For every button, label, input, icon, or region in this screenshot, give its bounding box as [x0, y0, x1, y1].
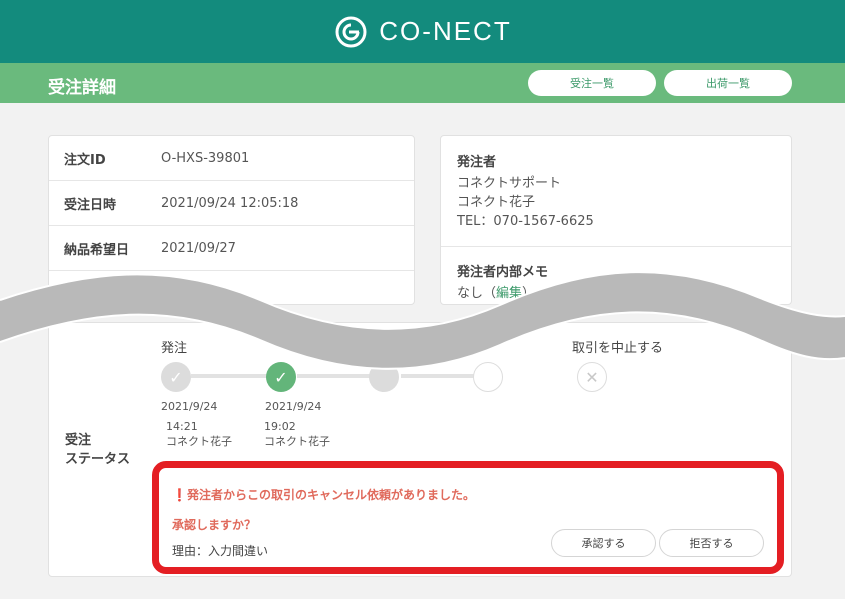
page-title: 受注詳細	[48, 78, 116, 98]
step-time: 14:21	[166, 420, 198, 433]
app-header: CO-NECT	[0, 0, 845, 63]
order-id-label: 注文ID	[64, 152, 106, 168]
cancel-reason: 理由：入力間違い	[172, 544, 269, 558]
orderer-card: 発注者 コネクトサポート コネクト花子 TEL：070-1567-6625 発注…	[440, 135, 792, 305]
step-date: 2021/9/24	[161, 400, 218, 413]
status-label-line1: 受注	[65, 433, 92, 448]
step-name-ordered: 発注	[161, 341, 188, 356]
step-done-check-icon: ✓	[161, 362, 191, 392]
divider	[441, 246, 791, 247]
status-label: 受注 ステータス	[65, 431, 130, 469]
delivery-date-label: 納品希望日	[64, 242, 130, 258]
memo-title: 発注者内部メモ	[457, 265, 549, 280]
delivery-date-value: 2021/09/27	[161, 240, 236, 256]
step-time: 19:02	[264, 420, 296, 433]
step-by: コネクト花子	[264, 435, 330, 448]
app-logo: CO-NECT	[333, 14, 511, 50]
orderer-person: コネクト花子	[457, 195, 536, 210]
orderer-title: 発注者	[457, 155, 497, 170]
order-info-card: 注文ID O-HXS-39801 受注日時 2021/09/24 12:05:1…	[48, 135, 415, 305]
logo-icon	[335, 16, 367, 47]
page-header: 受注詳細 受注一覧 出荷一覧	[0, 63, 845, 103]
order-id-row: 注文ID O-HXS-39801	[49, 136, 414, 181]
status-label-line2: ステータス	[65, 452, 131, 467]
step-pending-circle	[369, 362, 399, 392]
cancel-request-message: ❗発注者からこの取引のキャンセル依頼がありました。	[172, 488, 475, 502]
orders-list-button[interactable]: 受注一覧	[528, 70, 656, 96]
orderer-company: コネクトサポート	[457, 176, 562, 191]
cancel-step-label: 取引を中止する	[572, 341, 664, 356]
order-datetime-label: 受注日時	[64, 197, 117, 213]
order-datetime-value: 2021/09/24 12:05:18	[161, 195, 299, 211]
memo-text: なし（編集）	[457, 286, 536, 301]
step-current-check-icon: ✓	[266, 362, 296, 392]
approve-question: 承認しますか？	[172, 518, 257, 532]
step-pending-circle	[473, 362, 503, 392]
logo-text: CO-NECT	[379, 16, 512, 46]
step-by: コネクト花子	[166, 435, 232, 448]
shipments-list-button[interactable]: 出荷一覧	[664, 70, 792, 96]
delivery-date-row: 納品希望日 2021/09/27	[49, 226, 414, 271]
step-date: 2021/9/24	[265, 400, 322, 413]
cancel-x-icon[interactable]: ✕	[577, 362, 607, 392]
memo-edit-link[interactable]: 編集	[496, 286, 522, 301]
orderer-tel: TEL：070-1567-6625	[457, 214, 594, 229]
memo-value: なし	[457, 286, 484, 301]
order-datetime-row: 受注日時 2021/09/24 12:05:18	[49, 181, 414, 226]
reject-button[interactable]: 拒否する	[659, 529, 764, 557]
order-id-value: O-HXS-39801	[161, 150, 250, 166]
cancel-request-alert: ❗発注者からこの取引のキャンセル依頼がありました。 承認しますか？ 理由：入力間…	[152, 461, 784, 574]
approve-button[interactable]: 承認する	[551, 529, 656, 557]
